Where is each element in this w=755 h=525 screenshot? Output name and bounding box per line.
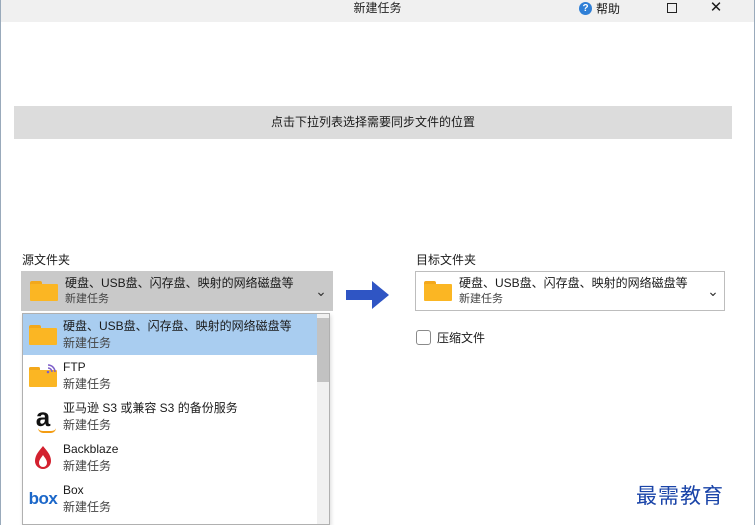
- compress-label: 压缩文件: [437, 331, 486, 345]
- list-item-subtitle: 新建任务: [63, 376, 112, 391]
- destination-select-title: 硬盘、USB盘、闪存盘、映射的网络磁盘等: [459, 276, 688, 290]
- list-item-subtitle: 新建任务: [63, 499, 112, 514]
- sync-task-window: 新建任务 ? 帮助 ✕ 点击下拉列表选择需要同步文件的位置 源文件夹 硬盘、US…: [0, 0, 755, 525]
- list-item-title: Box: [63, 482, 84, 497]
- help-icon: ?: [579, 1, 592, 15]
- destination-folder-label: 目标文件夹: [416, 253, 477, 267]
- chevron-down-icon: ⌄: [707, 282, 719, 299]
- list-item-backblaze[interactable]: Backblaze 新建任务: [23, 437, 329, 478]
- watermark-text: 最需教育: [636, 484, 724, 508]
- maximize-icon: [667, 3, 677, 13]
- chevron-down-icon: ⌄: [315, 282, 327, 299]
- folder-icon: [29, 324, 57, 345]
- arrow-right-icon: [346, 281, 389, 309]
- backblaze-icon: [23, 438, 63, 478]
- instruction-banner: 点击下拉列表选择需要同步文件的位置: [14, 106, 732, 139]
- dropdown-scrollbar[interactable]: [317, 314, 329, 524]
- compress-files-option[interactable]: 压缩文件: [416, 329, 485, 346]
- list-item-ftp[interactable]: FTP 新建任务: [23, 355, 329, 396]
- maximize-button[interactable]: [658, 0, 686, 16]
- window-title: 新建任务: [353, 1, 402, 15]
- ftp-folder-icon: [23, 356, 63, 396]
- scrollbar-thumb[interactable]: [317, 318, 329, 382]
- list-item-subtitle: 新建任务: [63, 417, 112, 432]
- close-button[interactable]: ✕: [702, 0, 730, 16]
- box-icon: box: [28, 488, 58, 508]
- source-dropdown-list[interactable]: 硬盘、USB盘、闪存盘、映射的网络磁盘等 新建任务 FTP 新建任务 a 亚马逊…: [22, 313, 330, 525]
- source-folder-label: 源文件夹: [22, 253, 71, 267]
- list-item-amazon-s3[interactable]: a 亚马逊 S3 或兼容 S3 的备份服务 新建任务: [23, 396, 329, 437]
- source-select-title: 硬盘、USB盘、闪存盘、映射的网络磁盘等: [65, 276, 294, 290]
- destination-select-subtitle: 新建任务: [459, 293, 503, 305]
- help-button[interactable]: ? 帮助: [579, 0, 620, 16]
- amazon-icon: a: [36, 404, 56, 433]
- list-item-box[interactable]: box Box 新建任务: [23, 478, 329, 519]
- list-item-title: FTP: [63, 359, 86, 374]
- list-item-title: Backblaze: [63, 441, 119, 456]
- list-item-local-disk[interactable]: 硬盘、USB盘、闪存盘、映射的网络磁盘等 新建任务: [23, 314, 329, 355]
- list-item-subtitle: 新建任务: [63, 458, 112, 473]
- source-select-subtitle: 新建任务: [65, 293, 109, 305]
- destination-folder-select[interactable]: 硬盘、USB盘、闪存盘、映射的网络磁盘等 新建任务 ⌄: [415, 271, 725, 311]
- title-bar: 新建任务 ? 帮助 ✕: [1, 0, 754, 22]
- folder-icon: [30, 281, 58, 301]
- compress-checkbox[interactable]: [416, 330, 431, 345]
- list-item-title: 硬盘、USB盘、闪存盘、映射的网络磁盘等: [63, 318, 292, 333]
- list-item-title: 亚马逊 S3 或兼容 S3 的备份服务: [63, 400, 238, 415]
- folder-icon: [424, 281, 452, 301]
- list-item-subtitle: 新建任务: [63, 335, 112, 350]
- help-label: 帮助: [596, 1, 621, 16]
- source-folder-select[interactable]: 硬盘、USB盘、闪存盘、映射的网络磁盘等 新建任务 ⌄: [21, 271, 333, 311]
